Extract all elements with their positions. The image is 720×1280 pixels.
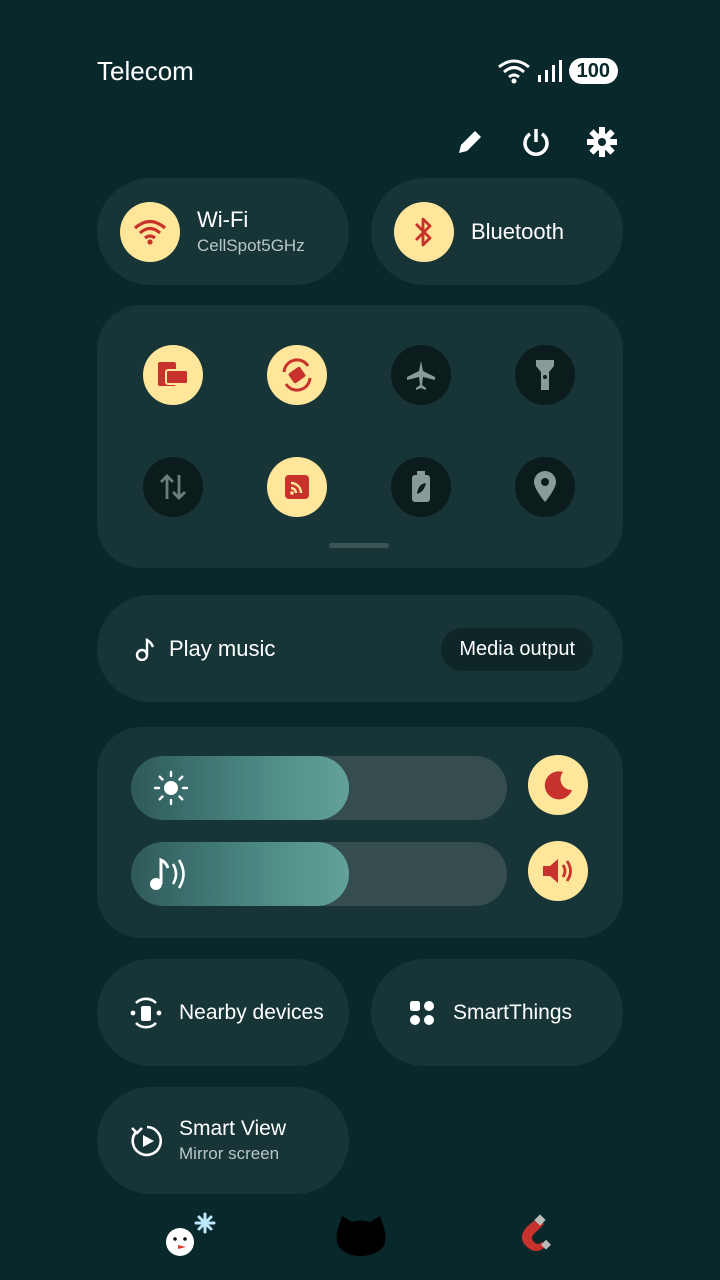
smartthings-tile[interactable]: SmartThings: [371, 959, 623, 1066]
nearby-devices-tile[interactable]: Nearby devices: [97, 959, 349, 1066]
snowman-icon[interactable]: [160, 1208, 220, 1264]
music-volume-icon: [150, 857, 185, 890]
bluetooth-label: Bluetooth: [471, 218, 564, 244]
location-icon[interactable]: [515, 457, 575, 517]
power-saving-icon[interactable]: [391, 457, 451, 517]
sliders-panel: [97, 727, 623, 938]
mobile-data-icon[interactable]: [143, 457, 203, 517]
wifi-icon: [133, 219, 167, 245]
sun-icon: [153, 770, 189, 806]
brightness-slider[interactable]: [131, 756, 507, 820]
status-icons: 100: [497, 58, 618, 84]
wifi-toggle[interactable]: [120, 201, 180, 262]
moon-icon[interactable]: [528, 755, 588, 815]
power-icon[interactable]: [518, 124, 554, 160]
smart-view-sub: Mirror screen: [179, 1144, 280, 1163]
auto-rotate-icon[interactable]: [267, 345, 327, 405]
smartthings-label: SmartThings: [453, 1000, 573, 1024]
smart-view-tile[interactable]: Smart View Mirror screen: [97, 1087, 349, 1194]
speaker-icon[interactable]: [528, 841, 588, 901]
wifi-label: Wi-Fi: [197, 207, 249, 232]
quick-tiles-panel: [97, 305, 623, 568]
bluetooth-tile[interactable]: Bluetooth: [371, 178, 623, 285]
battery-icon: 100: [568, 58, 618, 84]
wifi-tile[interactable]: Wi-Fi CellSpot5GHz: [97, 178, 349, 285]
signal-icon: [537, 60, 562, 82]
panel-expand-handle[interactable]: [329, 543, 389, 548]
bluetooth-toggle[interactable]: [394, 201, 454, 262]
cat-icon[interactable]: [331, 1208, 391, 1264]
carrier-name: Telecom: [97, 56, 194, 86]
flashlight-icon[interactable]: [515, 345, 575, 405]
nearby-devices-icon: [130, 997, 162, 1028]
nfc-icon[interactable]: [267, 457, 327, 517]
bluetooth-icon: [415, 217, 432, 246]
media-output-button[interactable]: Media output: [441, 628, 593, 671]
nearby-devices-label: Nearby devices: [179, 1000, 324, 1024]
edit-icon[interactable]: [452, 124, 488, 160]
smart-view-label: Smart View: [179, 1117, 286, 1140]
magnet-icon[interactable]: [500, 1208, 560, 1264]
media-card[interactable]: Play music Media output: [97, 595, 623, 702]
wifi-network: CellSpot5GHz: [197, 236, 305, 255]
smart-view-icon: [131, 1125, 163, 1156]
wifi-icon: [497, 59, 530, 84]
settings-icon[interactable]: [584, 124, 620, 160]
play-music-label: Play music: [169, 635, 276, 661]
volume-slider[interactable]: [131, 842, 507, 906]
music-note-icon: [135, 637, 155, 661]
airplane-icon[interactable]: [391, 345, 451, 405]
device-connect-icon[interactable]: [143, 345, 203, 405]
top-actions: [452, 124, 620, 160]
smartthings-icon: [410, 1000, 434, 1025]
